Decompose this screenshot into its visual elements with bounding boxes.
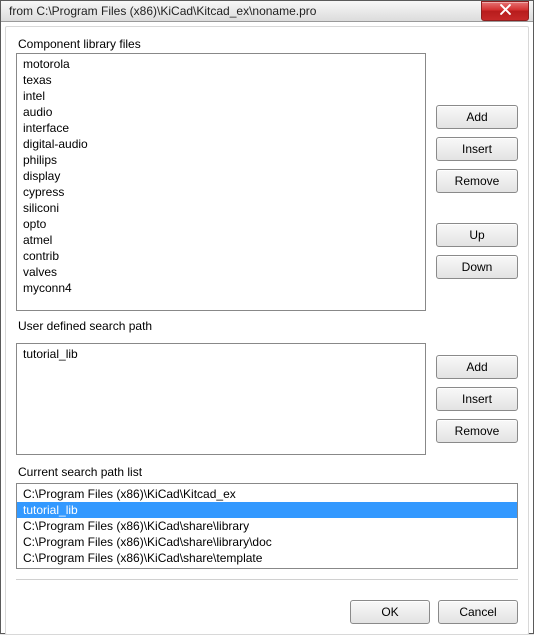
list-item[interactable]: C:\Program Files (x86)\KiCad\share\libra… bbox=[17, 534, 517, 550]
list-item[interactable]: C:\Program Files (x86)\KiCad\share\templ… bbox=[17, 550, 517, 566]
lib-add-button[interactable]: Add bbox=[436, 105, 518, 129]
list-item[interactable]: digital-audio bbox=[17, 136, 425, 152]
close-icon bbox=[500, 4, 511, 18]
titlebar[interactable]: from C:\Program Files (x86)\KiCad\Kitcad… bbox=[1, 1, 533, 22]
list-item[interactable]: cypress bbox=[17, 184, 425, 200]
list-item[interactable]: valves bbox=[17, 264, 425, 280]
list-item[interactable]: motorola bbox=[17, 56, 425, 72]
cancel-button[interactable]: Cancel bbox=[438, 600, 518, 624]
dialog-window: from C:\Program Files (x86)\KiCad\Kitcad… bbox=[0, 0, 534, 634]
close-button[interactable] bbox=[481, 1, 529, 21]
list-item[interactable]: intel bbox=[17, 88, 425, 104]
udp-add-button[interactable]: Add bbox=[436, 355, 518, 379]
separator bbox=[16, 579, 518, 580]
list-item[interactable]: interface bbox=[17, 120, 425, 136]
component-lib-listbox[interactable]: motorolatexasintelaudiointerfacedigital-… bbox=[16, 53, 426, 311]
list-item[interactable]: C:\Program Files (x86)\KiCad\share\libra… bbox=[17, 518, 517, 534]
client-area: Component library files motorolatexasint… bbox=[5, 26, 529, 635]
list-item[interactable]: tutorial_lib bbox=[17, 346, 425, 362]
list-item[interactable]: atmel bbox=[17, 232, 425, 248]
list-item[interactable]: philips bbox=[17, 152, 425, 168]
lib-down-button[interactable]: Down bbox=[436, 255, 518, 279]
ok-button[interactable]: OK bbox=[350, 600, 430, 624]
user-path-listbox[interactable]: tutorial_lib bbox=[16, 343, 426, 455]
user-path-buttons: Add Insert Remove bbox=[436, 343, 518, 455]
udp-insert-button[interactable]: Insert bbox=[436, 387, 518, 411]
window-title: from C:\Program Files (x86)\KiCad\Kitcad… bbox=[9, 4, 481, 18]
list-item[interactable]: C:\Program Files (x86)\KiCad\Kitcad_ex bbox=[17, 486, 517, 502]
search-path-listbox[interactable]: C:\Program Files (x86)\KiCad\Kitcad_extu… bbox=[16, 483, 518, 569]
list-item[interactable]: opto bbox=[17, 216, 425, 232]
list-item[interactable]: audio bbox=[17, 104, 425, 120]
lib-remove-button[interactable]: Remove bbox=[436, 169, 518, 193]
search-path-label: Current search path list bbox=[18, 465, 518, 479]
lib-up-button[interactable]: Up bbox=[436, 223, 518, 247]
list-item[interactable]: display bbox=[17, 168, 425, 184]
list-item[interactable]: tutorial_lib bbox=[17, 502, 517, 518]
list-item[interactable]: myconn4 bbox=[17, 280, 425, 296]
udp-remove-button[interactable]: Remove bbox=[436, 419, 518, 443]
list-item[interactable]: siliconi bbox=[17, 200, 425, 216]
component-lib-buttons: Add Insert Remove Up Down bbox=[436, 53, 518, 311]
component-lib-label: Component library files bbox=[18, 37, 518, 51]
list-item[interactable]: contrib bbox=[17, 248, 425, 264]
lib-insert-button[interactable]: Insert bbox=[436, 137, 518, 161]
dialog-button-bar: OK Cancel bbox=[16, 592, 518, 624]
list-item[interactable]: texas bbox=[17, 72, 425, 88]
user-path-label: User defined search path bbox=[18, 319, 518, 333]
